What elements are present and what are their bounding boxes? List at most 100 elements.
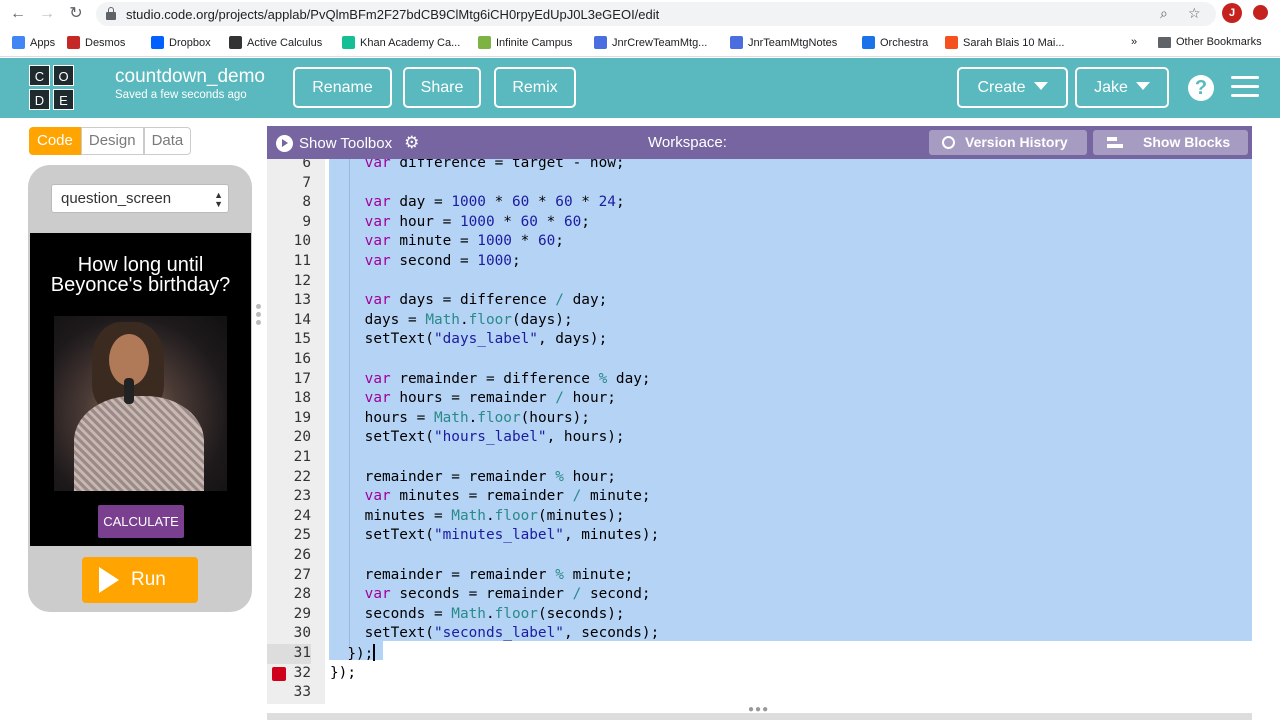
bookmark-item[interactable]: JnrTeamMtgNotes	[730, 36, 837, 49]
code-text[interactable]: setText("minutes_label", minutes);	[330, 526, 660, 546]
bookmark-item[interactable]: Orchestra	[862, 36, 928, 49]
bookmark-item[interactable]: Apps	[12, 36, 55, 49]
code-text[interactable]: var day = 1000 * 60 * 60 * 24;	[330, 193, 625, 213]
code-line[interactable]: 14 days = Math.floor(days);	[267, 311, 1252, 331]
bookmark-item[interactable]: Khan Academy Ca...	[342, 36, 460, 49]
code-line[interactable]: 16	[267, 350, 1252, 370]
code-line[interactable]: 13 var days = difference / day;	[267, 291, 1252, 311]
code-text[interactable]: setText("days_label", days);	[330, 330, 608, 350]
line-number[interactable]: 27	[267, 566, 311, 586]
code-text[interactable]: });	[330, 644, 375, 665]
code-line[interactable]: 6 var difference = target - now;	[267, 159, 1252, 174]
calculate-button[interactable]: CALCULATE	[98, 505, 184, 538]
help-icon[interactable]: ?	[1188, 75, 1214, 101]
code-line[interactable]: 12	[267, 272, 1252, 292]
line-number[interactable]: 10	[267, 232, 311, 252]
code-line[interactable]: 9 var hour = 1000 * 60 * 60;	[267, 213, 1252, 233]
tab-data[interactable]: Data	[143, 127, 192, 155]
code-text[interactable]: var minute = 1000 * 60;	[330, 232, 564, 252]
show-toolbox-button[interactable]: Show Toolbox ⚙	[276, 133, 419, 153]
code-text[interactable]: var hours = remainder / hour;	[330, 389, 616, 409]
line-number[interactable]: 16	[267, 350, 311, 370]
code-text[interactable]: setText("hours_label", hours);	[330, 428, 625, 448]
user-dropdown[interactable]: Jake	[1075, 67, 1169, 108]
code-line[interactable]: 17 var remainder = difference % day;	[267, 370, 1252, 390]
remix-button[interactable]: Remix	[494, 67, 576, 108]
line-number[interactable]: 21	[267, 448, 311, 468]
code-line[interactable]: 29 seconds = Math.floor(seconds);	[267, 605, 1252, 625]
code-line[interactable]: 22 remainder = remainder % hour;	[267, 468, 1252, 488]
bookmark-item[interactable]: JnrCrewTeamMtg...	[594, 36, 707, 49]
code-line[interactable]: 8 var day = 1000 * 60 * 60 * 24;	[267, 193, 1252, 213]
code-line[interactable]: 24 minutes = Math.floor(minutes);	[267, 507, 1252, 527]
code-line[interactable]: 23 var minutes = remainder / minute;	[267, 487, 1252, 507]
code-text[interactable]: var seconds = remainder / second;	[330, 585, 651, 605]
reload-icon[interactable]: ↻	[65, 4, 87, 24]
code-line[interactable]: 30 setText("seconds_label", seconds);	[267, 624, 1252, 644]
code-line[interactable]: 15 setText("days_label", days);	[267, 330, 1252, 350]
share-button[interactable]: Share	[403, 67, 481, 108]
code-editor[interactable]: 6 var difference = target - now; 7 8 var d…	[267, 159, 1252, 704]
line-number[interactable]: 26	[267, 546, 311, 566]
line-number[interactable]: 23	[267, 487, 311, 507]
code-line[interactable]: 25 setText("minutes_label", minutes);	[267, 526, 1252, 546]
app-screen[interactable]: How long until Beyonce's birthday? CALCU…	[30, 233, 251, 546]
code-text[interactable]: days = Math.floor(days);	[330, 311, 573, 331]
extension-icon[interactable]	[1253, 5, 1268, 20]
line-number[interactable]: 15	[267, 330, 311, 350]
code-line[interactable]: 20 setText("hours_label", hours);	[267, 428, 1252, 448]
line-number[interactable]: 12	[267, 272, 311, 292]
show-blocks-button[interactable]: Show Blocks	[1093, 130, 1248, 155]
line-number[interactable]: 14	[267, 311, 311, 331]
code-org-logo[interactable]: C O D E	[29, 65, 75, 111]
bookmark-item[interactable]: Active Calculus	[229, 36, 322, 49]
rename-button[interactable]: Rename	[293, 67, 392, 108]
tab-code[interactable]: Code	[29, 127, 81, 155]
line-number[interactable]: 22	[267, 468, 311, 488]
line-number[interactable]: 7	[267, 174, 311, 194]
gear-icon[interactable]: ⚙	[404, 133, 419, 153]
line-number[interactable]: 20	[267, 428, 311, 448]
line-number[interactable]: 31	[267, 644, 311, 664]
line-number[interactable]: 11	[267, 252, 311, 272]
code-text[interactable]: hours = Math.floor(hours);	[330, 409, 590, 429]
code-line[interactable]: 31 });	[267, 644, 1252, 664]
line-number[interactable]: 9	[267, 213, 311, 233]
line-number[interactable]: 13	[267, 291, 311, 311]
forward-arrow-icon[interactable]: →	[36, 4, 58, 24]
hamburger-menu-icon[interactable]	[1231, 76, 1259, 98]
line-number[interactable]: 32	[267, 664, 311, 684]
code-text[interactable]: remainder = remainder % hour;	[330, 468, 616, 488]
profile-avatar[interactable]: J	[1222, 3, 1242, 23]
bookmark-item[interactable]: Sarah Blais 10 Mai...	[945, 36, 1065, 49]
bookmark-item[interactable]: Desmos	[67, 36, 125, 49]
code-text[interactable]: var minutes = remainder / minute;	[330, 487, 651, 507]
code-text[interactable]: minutes = Math.floor(minutes);	[330, 507, 625, 527]
back-arrow-icon[interactable]: ←	[7, 4, 29, 24]
line-number[interactable]: 17	[267, 370, 311, 390]
tab-design[interactable]: Design	[80, 127, 144, 155]
code-text[interactable]: var remainder = difference % day;	[330, 370, 651, 390]
line-number[interactable]: 8	[267, 193, 311, 213]
url-text[interactable]: studio.code.org/projects/applab/PvQlmBFm…	[126, 7, 659, 22]
line-number[interactable]: 25	[267, 526, 311, 546]
code-line[interactable]: 32});	[267, 664, 1252, 684]
code-text[interactable]: remainder = remainder % minute;	[330, 566, 634, 586]
line-number[interactable]: 18	[267, 389, 311, 409]
code-text[interactable]: var second = 1000;	[330, 252, 521, 272]
code-text[interactable]: seconds = Math.floor(seconds);	[330, 605, 625, 625]
code-line[interactable]: 28 var seconds = remainder / second;	[267, 585, 1252, 605]
more-bookmarks-chevron[interactable]: »	[1131, 36, 1137, 48]
code-line[interactable]: 26	[267, 546, 1252, 566]
code-text[interactable]: var hour = 1000 * 60 * 60;	[330, 213, 590, 233]
line-number[interactable]: 19	[267, 409, 311, 429]
code-text[interactable]: var difference = target - now;	[330, 159, 625, 174]
line-number[interactable]: 30	[267, 624, 311, 644]
code-text[interactable]: setText("seconds_label", seconds);	[330, 624, 660, 644]
code-line[interactable]: 18 var hours = remainder / hour;	[267, 389, 1252, 409]
other-bookmarks[interactable]: Other Bookmarks	[1158, 36, 1262, 48]
code-line[interactable]: 21	[267, 448, 1252, 468]
code-line[interactable]: 19 hours = Math.floor(hours);	[267, 409, 1252, 429]
code-text[interactable]: var days = difference / day;	[330, 291, 608, 311]
bookmark-item[interactable]: Dropbox	[151, 36, 211, 49]
